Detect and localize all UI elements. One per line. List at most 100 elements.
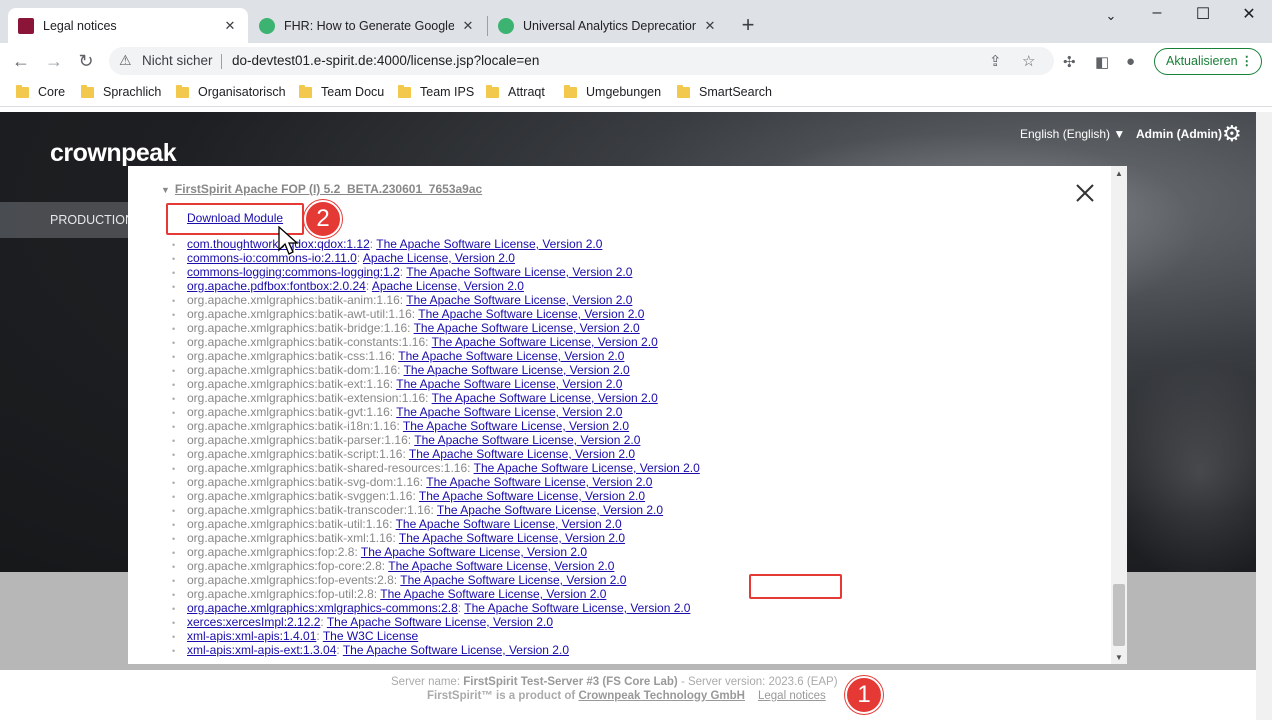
license-link[interactable]: Apache License, Version 2.0 bbox=[372, 279, 524, 293]
leaf-favicon-icon bbox=[259, 17, 275, 34]
tab-search-icon[interactable]: ⌄ bbox=[1096, 8, 1126, 24]
maximize-icon[interactable]: ☐ bbox=[1188, 4, 1218, 24]
license-link[interactable]: Apache License, Version 2.0 bbox=[363, 251, 515, 265]
license-link[interactable]: The Apache Software License, Version 2.0 bbox=[432, 335, 658, 349]
download-module-link[interactable]: Download Module bbox=[187, 211, 283, 225]
bookmark-core[interactable]: Core bbox=[16, 84, 65, 99]
gear-icon[interactable]: ⚙ bbox=[1222, 121, 1242, 147]
warning-icon[interactable]: ⚠ bbox=[119, 52, 132, 69]
dependency-item: xml-apis:xml-apis-ext:1.3.04: The Apache… bbox=[172, 643, 700, 657]
license-link[interactable]: The Apache Software License, Version 2.0 bbox=[327, 615, 553, 629]
close-tab-icon[interactable]: ✕ bbox=[222, 18, 238, 34]
language-selector[interactable]: English (English) ▼ bbox=[1020, 127, 1125, 141]
close-icon[interactable] bbox=[1073, 181, 1097, 205]
scrollbar-thumb[interactable] bbox=[1113, 584, 1125, 646]
extensions-icon[interactable]: ✣ bbox=[1063, 53, 1076, 71]
page-scrollbar[interactable] bbox=[1256, 112, 1272, 720]
license-link[interactable]: The Apache Software License, Version 2.0 bbox=[396, 517, 622, 531]
minimize-icon[interactable]: – bbox=[1142, 4, 1172, 22]
dependency-item: xerces:xercesImpl:2.12.2: The Apache Sof… bbox=[172, 615, 700, 629]
bookmark-umgebungen[interactable]: Umgebungen bbox=[564, 84, 661, 99]
dialog-scrollbar[interactable]: ▲ ▼ bbox=[1111, 166, 1127, 664]
license-link[interactable]: The Apache Software License, Version 2.0 bbox=[399, 531, 625, 545]
crownpeak-favicon-icon bbox=[18, 17, 34, 34]
tab-universal-analytics[interactable]: Universal Analytics Deprecation, l ✕ bbox=[488, 8, 728, 43]
license-link[interactable]: The Apache Software License, Version 2.0 bbox=[376, 237, 602, 251]
scroll-up-icon[interactable]: ▲ bbox=[1115, 169, 1123, 178]
license-link[interactable]: The Apache Software License, Version 2.0 bbox=[388, 559, 614, 573]
dependency-artifact[interactable]: commons-io:commons-io:2.11.0 bbox=[187, 251, 357, 265]
license-link[interactable]: The Apache Software License, Version 2.0 bbox=[414, 433, 640, 447]
not-secure-label[interactable]: Nicht sicher bbox=[142, 53, 213, 68]
omnibox[interactable]: ⚠ Nicht sicher do-devtest01.e-spirit.de:… bbox=[109, 47, 1054, 75]
dependency-item: org.apache.xmlgraphics:batik-constants:1… bbox=[172, 335, 700, 349]
menu-dots-icon[interactable]: ⋮ bbox=[1241, 49, 1254, 74]
dependency-artifact[interactable]: xml-apis:xml-apis:1.4.01 bbox=[187, 629, 316, 643]
license-link[interactable]: The Apache Software License, Version 2.0 bbox=[418, 307, 644, 321]
legal-notices-link[interactable]: Legal notices bbox=[758, 690, 826, 702]
license-link[interactable]: The Apache Software License, Version 2.0 bbox=[398, 349, 624, 363]
folder-icon bbox=[16, 84, 29, 98]
license-link[interactable]: The Apache Software License, Version 2.0 bbox=[426, 475, 652, 489]
company-link[interactable]: Crownpeak Technology GmbH bbox=[578, 690, 745, 702]
bookmark-attraqt[interactable]: Attraqt bbox=[486, 84, 545, 99]
license-link[interactable]: The Apache Software License, Version 2.0 bbox=[380, 587, 606, 601]
dependency-artifact[interactable]: xerces:xercesImpl:2.12.2 bbox=[187, 615, 320, 629]
dependency-artifact[interactable]: xml-apis:xml-apis-ext:1.3.04 bbox=[187, 643, 336, 657]
module-heading[interactable]: ▼ FirstSpirit Apache FOP (I) 5.2_BETA.230… bbox=[161, 182, 482, 196]
side-panel-icon[interactable]: ◧ bbox=[1095, 53, 1109, 71]
license-link[interactable]: The Apache Software License, Version 2.0 bbox=[396, 377, 622, 391]
license-link[interactable]: The Apache Software License, Version 2.0 bbox=[414, 321, 640, 335]
main-nav: PRODUCTION bbox=[0, 202, 134, 238]
bookmark-sprachlich[interactable]: Sprachlich bbox=[81, 84, 161, 99]
license-link[interactable]: The Apache Software License, Version 2.0 bbox=[406, 293, 632, 307]
license-link[interactable]: The Apache Software License, Version 2.0 bbox=[406, 265, 632, 279]
dependency-artifact: org.apache.xmlgraphics:fop-events:2.8 bbox=[187, 573, 394, 587]
license-link[interactable]: The Apache Software License, Version 2.0 bbox=[404, 363, 630, 377]
tab-fhr[interactable]: FHR: How to Generate Google An ✕ bbox=[249, 8, 486, 43]
dependency-artifact: org.apache.xmlgraphics:fop-util:2.8 bbox=[187, 587, 374, 601]
license-link[interactable]: The Apache Software License, Version 2.0 bbox=[400, 573, 626, 587]
dependency-item: org.apache.xmlgraphics:batik-parser:1.16… bbox=[172, 433, 700, 447]
scroll-down-icon[interactable]: ▼ bbox=[1115, 653, 1123, 662]
dependency-artifact[interactable]: org.apache.pdfbox:fontbox:2.0.24 bbox=[187, 279, 366, 293]
bookmark-team-docu[interactable]: Team Docu bbox=[299, 84, 384, 99]
license-link[interactable]: The Apache Software License, Version 2.0 bbox=[437, 503, 663, 517]
bookmark-smartsearch[interactable]: SmartSearch bbox=[677, 84, 772, 99]
close-tab-icon[interactable]: ✕ bbox=[460, 18, 476, 34]
user-menu[interactable]: Admin (Admin) bbox=[1136, 127, 1222, 141]
license-link[interactable]: The Apache Software License, Version 2.0 bbox=[409, 447, 635, 461]
crownpeak-logo[interactable]: crownpeak bbox=[50, 139, 177, 168]
license-link[interactable]: The Apache Software License, Version 2.0 bbox=[419, 489, 645, 503]
share-icon[interactable]: ⇪ bbox=[989, 52, 1002, 70]
bookmark-star-icon[interactable]: ☆ bbox=[1022, 52, 1035, 70]
update-button[interactable]: Aktualisieren ⋮ bbox=[1154, 48, 1262, 75]
license-link[interactable]: The Apache Software License, Version 2.0 bbox=[432, 391, 658, 405]
reload-icon[interactable]: ↻ bbox=[73, 49, 99, 73]
dependency-item: org.apache.xmlgraphics:batik-shared-reso… bbox=[172, 461, 700, 475]
dependency-artifact: org.apache.xmlgraphics:batik-transcoder:… bbox=[187, 503, 431, 517]
license-link[interactable]: The Apache Software License, Version 2.0 bbox=[403, 419, 629, 433]
license-link[interactable]: The W3C License bbox=[323, 629, 418, 643]
collapse-triangle-icon[interactable]: ▼ bbox=[161, 185, 170, 195]
close-tab-icon[interactable]: ✕ bbox=[702, 18, 718, 34]
dependency-artifact[interactable]: commons-logging:commons-logging:1.2 bbox=[187, 265, 400, 279]
dependency-artifact[interactable]: org.apache.xmlgraphics:xmlgraphics-commo… bbox=[187, 601, 458, 615]
profile-icon[interactable]: ● bbox=[1126, 53, 1135, 70]
tab-legal-notices[interactable]: Legal notices ✕ bbox=[8, 8, 248, 43]
license-link[interactable]: The Apache Software License, Version 2.0 bbox=[474, 461, 700, 475]
back-icon[interactable]: ← bbox=[8, 49, 34, 73]
new-tab-button[interactable]: + bbox=[737, 12, 759, 40]
url-text[interactable]: do-devtest01.e-spirit.de:4000/license.js… bbox=[232, 53, 539, 68]
legal-highlight bbox=[749, 574, 842, 599]
license-link[interactable]: The Apache Software License, Version 2.0 bbox=[361, 545, 587, 559]
license-link[interactable]: The Apache Software License, Version 2.0 bbox=[343, 643, 569, 657]
license-link[interactable]: The Apache Software License, Version 2.0 bbox=[396, 405, 622, 419]
forward-icon[interactable]: → bbox=[41, 49, 67, 73]
bookmark-team-ips[interactable]: Team IPS bbox=[398, 84, 474, 99]
license-link[interactable]: The Apache Software License, Version 2.0 bbox=[464, 601, 690, 615]
nav-item-production[interactable]: PRODUCTION bbox=[50, 213, 134, 227]
bookmark-organisatorisch[interactable]: Organisatorisch bbox=[176, 84, 286, 99]
close-window-icon[interactable]: ✕ bbox=[1234, 4, 1264, 24]
dependency-artifact: org.apache.xmlgraphics:batik-css:1.16 bbox=[187, 349, 392, 363]
